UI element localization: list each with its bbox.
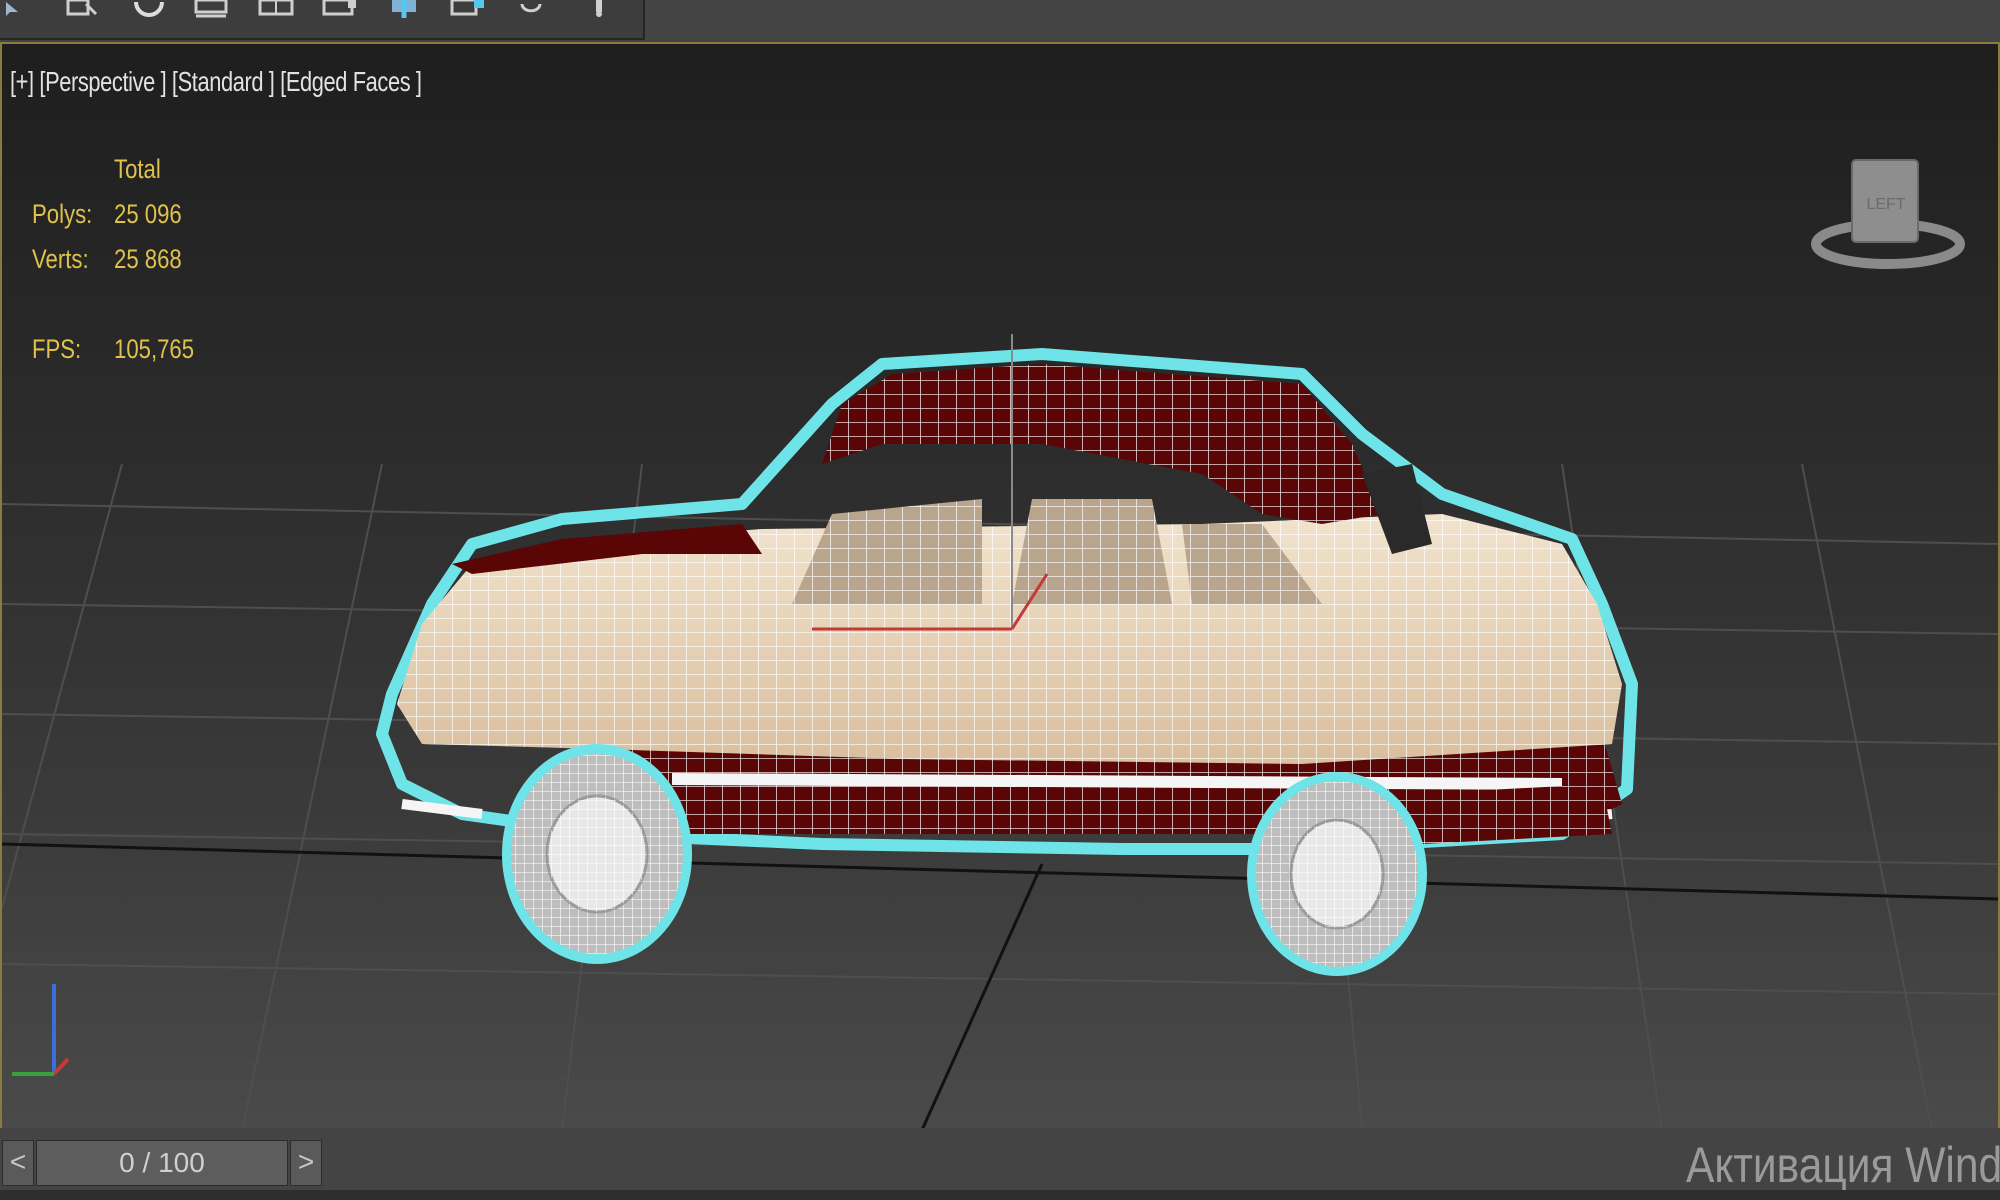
- rotate-icon[interactable]: [128, 0, 172, 20]
- prev-frame-button[interactable]: <: [2, 1140, 34, 1186]
- mirror-icon[interactable]: [384, 0, 428, 20]
- curve-editor-icon[interactable]: [578, 0, 622, 20]
- track-bar[interactable]: [0, 1190, 2000, 1200]
- scene-explorer-icon[interactable]: [514, 0, 558, 20]
- main-toolbar: [0, 0, 2000, 42]
- perspective-viewport[interactable]: [+] [Perspective ] [Standard ] [Edged Fa…: [0, 42, 2000, 1132]
- axis-tripod: [12, 984, 70, 1076]
- viewcube-label: LEFT: [1866, 196, 1906, 213]
- move-icon[interactable]: [0, 0, 44, 20]
- next-frame-button[interactable]: >: [290, 1140, 322, 1186]
- car-model[interactable]: [376, 334, 1638, 976]
- time-slider[interactable]: 0 / 100: [36, 1140, 288, 1186]
- stats-total-header: Total: [114, 154, 161, 184]
- stats-polys-label: Polys:: [32, 199, 93, 229]
- toolbar-group: [0, 0, 645, 40]
- rear-wheel: [1247, 772, 1427, 976]
- snap-icon[interactable]: [318, 0, 362, 20]
- stats-verts-label: Verts:: [32, 244, 89, 274]
- front-wheel: [502, 744, 692, 964]
- grid-axis-y: [920, 863, 1044, 1130]
- stats-fps-value: 105,765: [114, 334, 195, 364]
- windows-activation-watermark: Активация Windo: [1686, 1137, 2000, 1193]
- stats-fps-label: FPS:: [32, 334, 82, 364]
- layers-icon[interactable]: [190, 0, 234, 20]
- window-crossing-icon[interactable]: [254, 0, 298, 20]
- viewcube-icon: [1811, 159, 1965, 269]
- align-icon[interactable]: [446, 0, 490, 20]
- viewport-scene[interactable]: [2, 44, 1998, 1130]
- select-region-icon[interactable]: [62, 0, 106, 20]
- stats-verts-value: 25 868: [114, 244, 182, 274]
- viewcube[interactable]: LEFT: [1808, 154, 1968, 274]
- stats-polys-value: 25 096: [114, 199, 182, 229]
- viewport-label[interactable]: [+] [Perspective ] [Standard ] [Edged Fa…: [10, 66, 422, 98]
